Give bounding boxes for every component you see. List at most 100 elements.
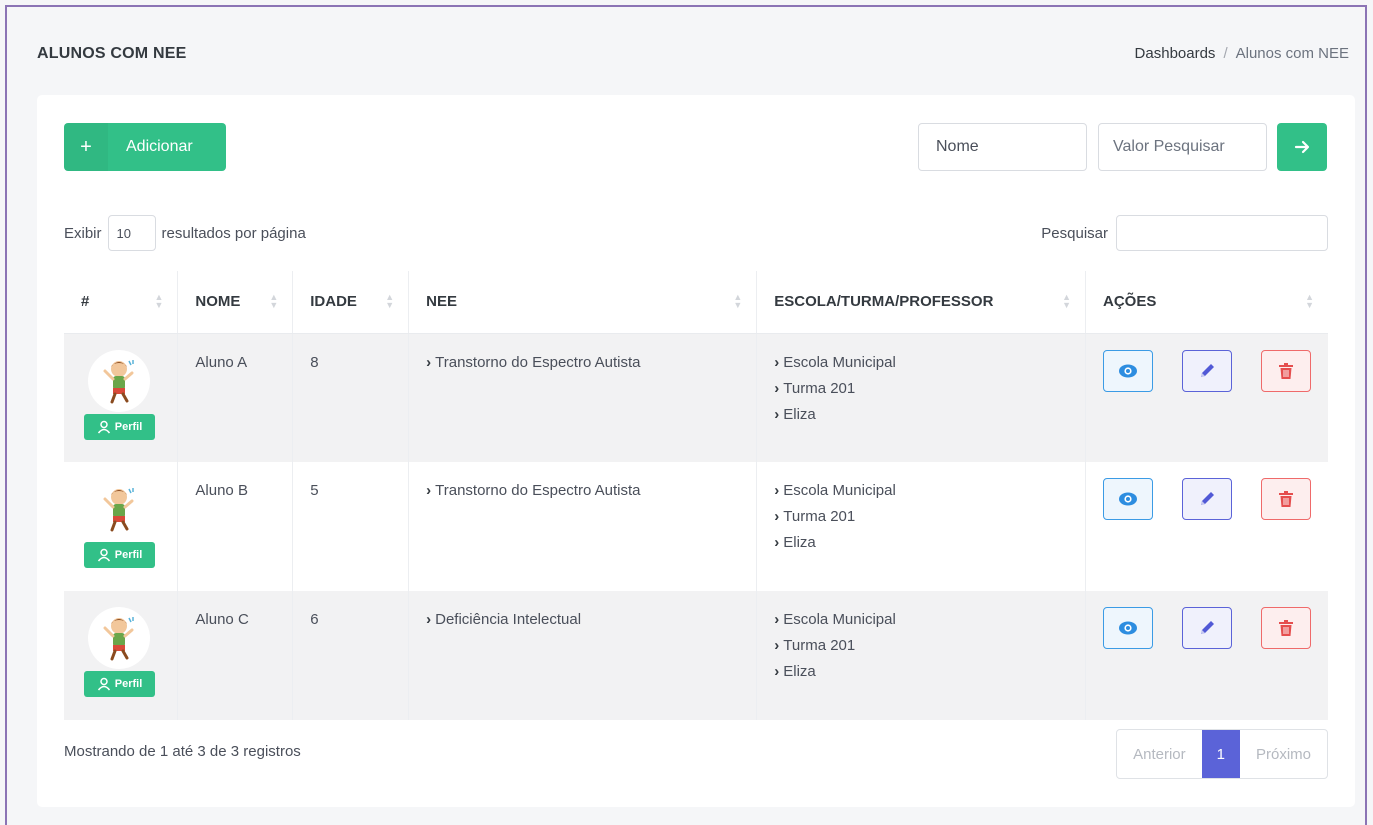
- school-item: › Eliza: [774, 659, 1068, 685]
- profile-button[interactable]: Perfil: [84, 413, 155, 440]
- column-header-escola[interactable]: ESCOLA/TURMA/PROFESSOR ▲ ▼: [756, 271, 1086, 334]
- delete-button[interactable]: [1261, 349, 1311, 392]
- sort-icon: ▲ ▼: [269, 292, 279, 310]
- pagination-prev[interactable]: Anterior: [1117, 730, 1202, 778]
- school-item-text: Escola Municipal: [783, 482, 896, 499]
- view-button[interactable]: [1103, 607, 1153, 649]
- table-header-row: # ▲ ▼ NOME ▲ ▼ IDADE ▲ ▼ NEE ▲ ▼ ESCOLA/TURMA/PR…: [64, 271, 1328, 334]
- view-button[interactable]: [1103, 478, 1153, 520]
- student-nee: › Transtorno do Espectro Autista: [408, 333, 757, 462]
- row-actions: [1103, 478, 1311, 520]
- edit-button[interactable]: [1182, 478, 1232, 520]
- profile-label: Perfil: [114, 549, 143, 561]
- student-name: Aluno C: [177, 591, 293, 720]
- table-row: Perfil Aluno C 6 › Deficiência Intelectua…: [64, 591, 1328, 720]
- user-icon: [97, 677, 110, 691]
- sort-icon: ▲ ▼: [733, 292, 743, 310]
- table-row: Perfil Aluno B 5 › Transtorno do Espectro…: [64, 462, 1328, 591]
- search-value-input[interactable]: [1098, 123, 1267, 171]
- chevron-right-icon: ›: [774, 663, 780, 680]
- chevron-right-icon: ›: [774, 353, 780, 371]
- user-icon: [97, 548, 110, 562]
- school-item-text: Escola Municipal: [783, 353, 896, 371]
- student-nee: › Deficiência Intelectual: [408, 591, 757, 720]
- app-frame: ALUNOS COM NEE Dashboards / Alunos com NEE…: [5, 5, 1367, 825]
- school-item-text: Turma 201: [783, 637, 856, 654]
- sort-icon: ▲ ▼: [1062, 292, 1071, 310]
- row-actions: [1103, 607, 1311, 649]
- trash-icon: [1279, 362, 1293, 379]
- students-table: # ▲ ▼ NOME ▲ ▼ IDADE ▲ ▼ NEE ▲ ▼ ESCOLA/TURMA/PR…: [64, 271, 1328, 720]
- pagination-next[interactable]: Próximo: [1240, 730, 1327, 778]
- school-item-text: Turma 201: [783, 508, 856, 525]
- profile-label: Perfil: [114, 420, 143, 433]
- student-name: Aluno A: [177, 333, 293, 462]
- add-button[interactable]: + Adicionar: [64, 123, 226, 171]
- student-school: › Escola Municipal › Turma 201 › Eliza: [756, 462, 1086, 591]
- school-item-text: Turma 201: [783, 379, 856, 397]
- nee-item: › Deficiência Intelectual: [426, 607, 739, 633]
- nee-item-text: Deficiência Intelectual: [435, 611, 582, 628]
- edit-button[interactable]: [1182, 349, 1232, 392]
- chevron-right-icon: ›: [774, 405, 780, 423]
- student-age: 8: [292, 333, 409, 462]
- eye-icon: [1119, 364, 1137, 377]
- student-age: 6: [292, 591, 409, 720]
- student-avatar: [88, 478, 150, 540]
- student-school: › Escola Municipal › Turma 201 › Eliza: [756, 591, 1086, 720]
- chevron-right-icon: ›: [774, 482, 780, 499]
- table-search-input[interactable]: [1116, 215, 1328, 251]
- arrow-right-icon: [1294, 140, 1310, 154]
- eye-icon: [1119, 492, 1137, 506]
- student-school: › Escola Municipal › Turma 201 › Eliza: [756, 333, 1086, 462]
- breadcrumb-dashboards[interactable]: Dashboards: [1135, 45, 1216, 62]
- search-field-select[interactable]: Nome: [918, 123, 1087, 171]
- plus-icon: +: [64, 123, 108, 171]
- edit-button[interactable]: [1182, 607, 1232, 649]
- nee-item-text: Transtorno do Espectro Autista: [435, 353, 641, 371]
- view-button[interactable]: [1103, 349, 1153, 392]
- delete-button[interactable]: [1261, 478, 1311, 520]
- school-item: › Escola Municipal: [774, 478, 1068, 504]
- chevron-right-icon: ›: [774, 611, 780, 628]
- column-header-nee[interactable]: NEE ▲ ▼: [408, 271, 757, 334]
- school-item: › Escola Municipal: [774, 350, 1068, 376]
- nee-item: › Transtorno do Espectro Autista: [426, 350, 739, 376]
- chevron-right-icon: ›: [774, 508, 780, 525]
- breadcrumb: Dashboards / Alunos com NEE: [1135, 45, 1349, 62]
- chevron-right-icon: ›: [426, 482, 432, 499]
- school-item: › Eliza: [774, 402, 1068, 428]
- column-header-index[interactable]: # ▲ ▼: [64, 271, 178, 334]
- profile-button[interactable]: Perfil: [84, 671, 155, 697]
- column-header-idade[interactable]: IDADE ▲ ▼: [292, 271, 409, 334]
- table-search: Pesquisar: [1041, 215, 1328, 251]
- search-go-button[interactable]: [1277, 123, 1327, 171]
- delete-button[interactable]: [1261, 607, 1311, 649]
- student-age: 5: [292, 462, 409, 591]
- pagination-page-1[interactable]: 1: [1201, 730, 1240, 778]
- page-length-select[interactable]: 10: [107, 215, 156, 251]
- pencil-icon: [1201, 621, 1214, 634]
- school-item: › Turma 201: [774, 376, 1068, 402]
- student-avatar: [88, 349, 150, 412]
- student-nee: › Transtorno do Espectro Autista: [408, 462, 757, 591]
- student-avatar: [88, 607, 150, 669]
- students-card: + Adicionar Nome Exibir 10 resultados po…: [37, 95, 1355, 807]
- school-item-text: Eliza: [783, 663, 816, 680]
- column-header-nome[interactable]: NOME ▲ ▼: [177, 271, 293, 334]
- column-header-acoes[interactable]: AÇÕES ▲ ▼: [1085, 271, 1328, 334]
- school-item: › Turma 201: [774, 504, 1068, 530]
- trash-icon: [1279, 620, 1293, 636]
- user-icon: [97, 420, 110, 433]
- child-avatar-icon: [103, 359, 134, 403]
- profile-label: Perfil: [114, 678, 143, 690]
- school-item-text: Eliza: [783, 405, 816, 423]
- profile-button[interactable]: Perfil: [84, 542, 155, 568]
- school-item: › Escola Municipal: [774, 607, 1068, 633]
- breadcrumb-current: Alunos com NEE: [1235, 45, 1349, 62]
- eye-icon: [1119, 621, 1137, 635]
- show-label: Exibir: [64, 224, 102, 242]
- sort-icon: ▲ ▼: [385, 292, 395, 310]
- table-row: Perfil Aluno A 8 › Transtorno do Espectro…: [64, 333, 1328, 462]
- chevron-right-icon: ›: [426, 353, 432, 371]
